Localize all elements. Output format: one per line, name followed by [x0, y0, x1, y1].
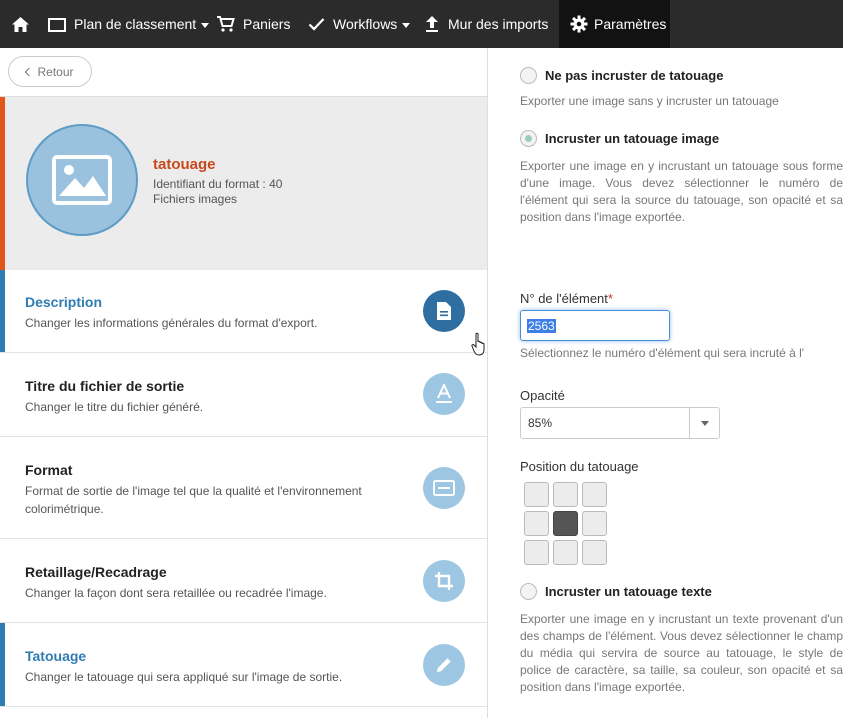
radio-image-watermark[interactable]: Incruster un tatouage image: [520, 130, 719, 147]
radio-label: Ne pas incruster de tatouage: [545, 68, 724, 83]
select-divider: [689, 408, 690, 438]
folder-icon: [48, 17, 66, 32]
nav-label: Paramètres: [594, 16, 667, 32]
position-middle-left[interactable]: [524, 511, 549, 536]
menu-item-desc: Changer le tatouage qui sera appliqué su…: [25, 670, 343, 684]
menu-item-description[interactable]: Description Changer les informations gén…: [0, 270, 487, 353]
gear-icon: [570, 15, 588, 33]
menu-item-titre[interactable]: Titre du fichier de sortie Changer le ti…: [0, 353, 487, 437]
format-title: tatouage: [153, 156, 216, 173]
help-text-watermark: Exporter une image en y incrustant un te…: [520, 612, 843, 694]
back-button[interactable]: Retour: [8, 56, 92, 87]
nav-mur-des-imports[interactable]: Mur des imports: [424, 0, 548, 48]
format-header: tatouage Identifiant du format : 40 Fich…: [0, 96, 487, 271]
opacity-select[interactable]: 85%: [520, 407, 720, 439]
menu-item-title: Format: [25, 462, 73, 478]
help-no-watermark: Exporter une image sans y incruster un t…: [520, 94, 779, 108]
chevron-down-icon: [402, 22, 411, 28]
radio-text-watermark[interactable]: Incruster un tatouage texte: [520, 583, 712, 600]
menu-item-desc: Format de sortie de l'image tel que la q…: [25, 484, 362, 516]
radio-label: Incruster un tatouage image: [545, 131, 720, 146]
pencil-icon: [437, 658, 451, 672]
menu-item-tatouage[interactable]: Tatouage Changer le tatouage qui sera ap…: [0, 623, 487, 707]
upload-icon: [426, 16, 438, 32]
accent-bar: [0, 97, 5, 271]
nav-label: Paniers: [243, 16, 291, 32]
nav-plan-de-classement[interactable]: Plan de classement: [48, 0, 210, 48]
active-indicator: [0, 270, 5, 352]
nav-label: Mur des imports: [448, 16, 549, 32]
cart-icon: [217, 16, 235, 32]
document-icon: [437, 302, 451, 320]
position-label: Position du tatouage: [520, 459, 639, 474]
position-center[interactable]: [553, 511, 578, 536]
radio-label: Incruster un tatouage texte: [545, 584, 712, 599]
nav-workflows[interactable]: Workflows: [308, 0, 411, 48]
home-button[interactable]: [11, 0, 30, 48]
menu-item-desc: Changer les informations générales du fo…: [25, 316, 318, 330]
element-number-help: Sélectionnez le numéro d'élément qui ser…: [520, 346, 805, 360]
position-middle-right[interactable]: [582, 511, 607, 536]
position-bottom-left[interactable]: [524, 540, 549, 565]
menu-item-title: Titre du fichier de sortie: [25, 378, 185, 394]
format-id: Identifiant du format : 40: [153, 177, 283, 191]
tatouage-button[interactable]: [423, 644, 465, 686]
radio-no-watermark[interactable]: Ne pas incruster de tatouage: [520, 67, 723, 84]
menu-item-title: Tatouage: [25, 648, 87, 664]
position-top-center[interactable]: [553, 482, 578, 507]
check-icon: [308, 18, 325, 31]
right-pane: Ne pas incruster de tatouage Exporter un…: [489, 48, 843, 718]
retaillage-button[interactable]: [423, 560, 465, 602]
position-grid: [524, 482, 608, 566]
element-number-label: N° de l'élément*: [520, 291, 613, 306]
menu-item-title: Retaillage/Recadrage: [25, 564, 167, 580]
menu-item-retaillage[interactable]: Retaillage/Recadrage Changer la façon do…: [0, 539, 487, 623]
position-top-right[interactable]: [582, 482, 607, 507]
back-label: Retour: [37, 64, 74, 79]
format-button[interactable]: [423, 467, 465, 509]
format-type: Fichiers images: [153, 192, 238, 206]
top-navbar: Plan de classement Paniers Workflows Mur…: [0, 0, 843, 48]
active-indicator: [0, 623, 5, 706]
position-top-left[interactable]: [524, 482, 549, 507]
nav-parametres[interactable]: Paramètres: [559, 0, 670, 48]
chevron-left-icon: [25, 67, 34, 77]
opacity-label: Opacité: [520, 388, 565, 403]
help-image-watermark: Exporter une image en y incrustant un ta…: [520, 159, 843, 224]
crop-icon: [435, 572, 453, 590]
home-icon: [12, 16, 29, 32]
menu-item-desc: Changer le titre du fichier généré.: [25, 400, 204, 414]
chevron-down-icon: [701, 421, 709, 426]
required-marker: *: [607, 291, 613, 306]
menu-item-desc: Changer la façon dont sera retaillée ou …: [25, 586, 327, 600]
description-button[interactable]: [423, 290, 465, 332]
position-bottom-right[interactable]: [582, 540, 607, 565]
element-number-value: 2563: [527, 318, 556, 333]
radio-button[interactable]: [520, 583, 537, 600]
aspect-icon: [433, 480, 455, 496]
nav-label: Plan de classement: [74, 16, 197, 32]
mouse-cursor-icon: [471, 332, 485, 356]
image-icon: [52, 155, 112, 205]
format-avatar: [26, 124, 138, 236]
menu-item-title: Description: [25, 294, 103, 310]
element-number-input[interactable]: 2563: [520, 310, 670, 341]
radio-button[interactable]: [520, 67, 537, 84]
element-number-label-text: N° de l'élément: [520, 291, 608, 306]
nav-label: Workflows: [333, 16, 398, 32]
radio-button[interactable]: [520, 130, 537, 147]
titre-button[interactable]: [423, 373, 465, 415]
nav-paniers[interactable]: Paniers: [216, 0, 290, 48]
opacity-value: 85%: [528, 416, 553, 430]
chevron-down-icon: [201, 22, 210, 28]
left-pane: Retour tatouage Identifiant du format : …: [0, 48, 488, 718]
text-format-icon: [436, 384, 452, 403]
position-bottom-center[interactable]: [553, 540, 578, 565]
menu-item-format[interactable]: Format Format de sortie de l'image tel q…: [0, 437, 487, 539]
